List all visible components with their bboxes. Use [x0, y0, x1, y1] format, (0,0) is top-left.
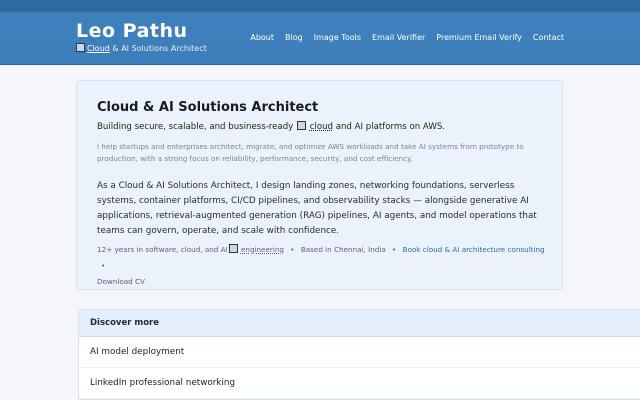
site-tagline: Cloud & AI Solutions Architect — [76, 43, 207, 53]
discover-item-ai-model-deployment[interactable]: AI model deployment — [79, 337, 640, 368]
meta-experience: 12+ years in software, cloud, and AI — [97, 245, 228, 254]
nav-email-verifier[interactable]: Email Verifier — [372, 33, 425, 42]
nav-contact[interactable]: Contact — [533, 33, 564, 42]
body-paragraph: As a Cloud & AI Solutions Architect, I d… — [97, 181, 537, 236]
tagline-text: & AI Solutions Architect — [112, 44, 207, 53]
meta-engineering-link[interactable]: engineering — [241, 245, 284, 254]
image-icon — [296, 121, 306, 130]
image-icon — [228, 244, 238, 253]
nav-premium-email-verify[interactable]: Premium Email Verify — [436, 33, 522, 42]
intro-paragraph: I help startups and enterprises architec… — [97, 142, 524, 163]
page-subtitle: Building secure, scalable, and business-… — [97, 121, 445, 132]
site-title[interactable]: Leo Pathu — [76, 20, 188, 42]
discover-more-panel: Discover more AI model deployment Linked… — [78, 309, 640, 400]
header-stripe — [0, 0, 640, 12]
meta-location: Based in Chennai, India — [300, 245, 386, 254]
subtitle-text-end: and AI platforms on AWS. — [335, 122, 446, 132]
hero-card: Cloud & AI Solutions Architect Building … — [76, 80, 563, 290]
page-title: Cloud & AI Solutions Architect — [97, 100, 319, 115]
main-nav: About Blog Image Tools Email Verifier Pr… — [250, 33, 564, 42]
subtitle-cloud-link[interactable]: cloud — [310, 122, 333, 132]
subtitle-text-start: Building secure, scalable, and business-… — [97, 122, 294, 132]
meta-separator: • — [290, 245, 295, 254]
consulting-link[interactable]: Book cloud & AI architecture consulting — [403, 245, 545, 254]
image-icon — [76, 43, 85, 52]
discover-header: Discover more — [79, 310, 640, 337]
meta-separator: • — [101, 261, 106, 270]
meta-line: 12+ years in software, cloud, and AI eng… — [97, 242, 552, 290]
tagline-cloud-link[interactable]: Cloud — [87, 44, 110, 53]
nav-about[interactable]: About — [250, 33, 274, 42]
meta-separator: • — [392, 245, 397, 254]
nav-image-tools[interactable]: Image Tools — [314, 33, 361, 42]
download-cv-link[interactable]: Download CV — [97, 277, 145, 286]
discover-item-linkedin-networking[interactable]: LinkedIn professional networking — [79, 368, 640, 399]
site-header: Leo Pathu Cloud & AI Solutions Architect… — [0, 0, 640, 65]
nav-blog[interactable]: Blog — [285, 33, 303, 42]
